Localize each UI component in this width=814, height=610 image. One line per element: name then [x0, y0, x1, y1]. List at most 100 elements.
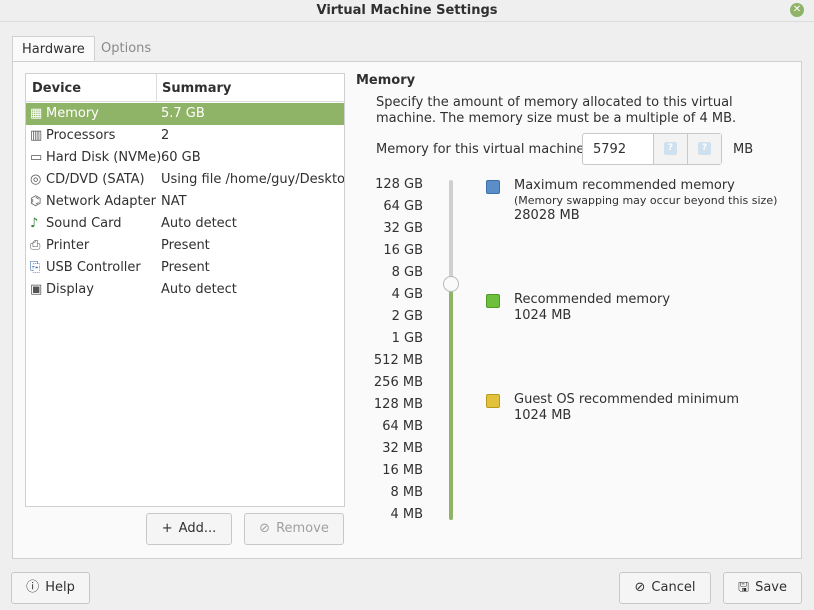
legend-recommended-title: Recommended memory [514, 292, 671, 307]
device-name: USB Controller [46, 260, 141, 275]
info-icon: ⓘ [26, 580, 40, 595]
device-summary: 2 [161, 128, 170, 143]
help-button[interactable]: ⓘ Help [11, 572, 90, 604]
legend-max-note: (Memory swapping may occur beyond this s… [514, 194, 778, 207]
memory-scale-label: 16 GB [383, 243, 423, 258]
memory-scale-label: 512 MB [373, 353, 423, 368]
window-title: Virtual Machine Settings [316, 3, 498, 18]
close-icon[interactable]: ✕ [790, 3, 804, 17]
legend-recommended-value: 1024 MB [514, 308, 572, 323]
cancel-button[interactable]: ⊘ Cancel [619, 572, 711, 604]
network-icon: ⌬ [30, 194, 42, 209]
device-name: Network Adapter [46, 194, 156, 209]
device-summary: 5.7 GB [161, 106, 205, 121]
device-row[interactable]: ♪ Sound Card Auto detect [26, 213, 344, 235]
device-row[interactable]: ▥ Processors 2 [26, 125, 344, 147]
memory-spin-input[interactable]: 5792 ? ? [582, 133, 722, 165]
cancel-icon: ⊘ [634, 580, 646, 595]
device-name: Processors [46, 128, 116, 143]
memory-slider-thumb[interactable] [443, 276, 459, 292]
stepper-icon: ? [664, 142, 677, 155]
yellow-square-icon [486, 394, 500, 408]
stepper-icon: ? [698, 142, 711, 155]
device-row[interactable]: ▣ Display Auto detect [26, 279, 344, 301]
title-bar: Virtual Machine Settings ✕ [0, 0, 814, 22]
device-name: Display [46, 282, 94, 297]
memory-scale-label: 2 GB [391, 309, 423, 324]
device-summary: Present [161, 260, 210, 275]
memory-scale-label: 4 GB [391, 287, 423, 302]
memory-unit: MB [733, 142, 754, 157]
blue-square-icon [486, 180, 500, 194]
usb-icon: ⎘ [30, 260, 41, 275]
device-row[interactable]: ⎘ USB Controller Present [26, 257, 344, 279]
cd-dvd-icon: ◎ [30, 172, 42, 187]
device-name: Printer [46, 238, 90, 253]
memory-slider-fill [449, 284, 453, 520]
device-list-header: Device Summary [26, 74, 344, 102]
device-summary: Present [161, 238, 210, 253]
remove-button-label: Remove [276, 521, 329, 536]
device-name: CD/DVD (SATA) [46, 172, 145, 187]
tab-options[interactable]: Options [92, 36, 160, 62]
device-name: Hard Disk (NVMe) [46, 150, 162, 165]
device-summary: Auto detect [161, 216, 237, 231]
memory-scale-label: 128 MB [373, 397, 423, 412]
device-row[interactable]: ▦ Memory 5.7 GB [26, 103, 344, 125]
hard-disk-icon: ▭ [30, 150, 43, 165]
memory-scale-label: 256 MB [373, 375, 423, 390]
sound-card-icon: ♪ [30, 216, 39, 231]
memory-scale-label: 128 GB [375, 177, 423, 192]
save-icon: 🖫 [738, 580, 750, 595]
device-row[interactable]: ▭ Hard Disk (NVMe) 60 GB [26, 147, 344, 169]
device-column-header[interactable]: Device [32, 81, 81, 96]
save-button-label: Save [755, 580, 787, 595]
memory-scale-label: 16 MB [382, 463, 423, 478]
memory-icon: ▦ [30, 106, 43, 121]
device-summary: 60 GB [161, 150, 201, 165]
display-icon: ▣ [30, 282, 43, 297]
device-row[interactable]: ⌬ Network Adapter NAT [26, 191, 344, 213]
device-row[interactable]: ⎙ Printer Present [26, 235, 344, 257]
plus-icon: + [161, 521, 173, 536]
memory-scale-label: 64 MB [382, 419, 423, 434]
add-button[interactable]: + Add... [146, 513, 232, 545]
cancel-button-label: Cancel [651, 580, 696, 595]
add-button-label: Add... [178, 521, 217, 536]
column-separator [156, 74, 157, 102]
memory-value[interactable]: 5792 [593, 142, 626, 157]
memory-scale-label: 32 GB [383, 221, 423, 236]
memory-description: Specify the amount of memory allocated t… [376, 95, 737, 126]
green-square-icon [486, 294, 500, 308]
device-summary: Auto detect [161, 282, 237, 297]
help-button-label: Help [45, 580, 75, 595]
memory-field-label: Memory for this virtual machine: [376, 142, 589, 157]
memory-scale-label: 8 MB [390, 485, 423, 500]
summary-column-header[interactable]: Summary [162, 81, 231, 96]
device-name: Sound Card [46, 216, 122, 231]
memory-section-title: Memory [356, 73, 416, 88]
memory-scale-label: 32 MB [382, 441, 423, 456]
no-entry-icon: ⊘ [259, 521, 271, 536]
hardware-panel: Device Summary ▦ Memory 5.7 GB ▥ Processors 2… [12, 61, 802, 559]
device-summary: NAT [161, 194, 187, 209]
device-name: Memory [46, 106, 99, 121]
remove-button[interactable]: ⊘ Remove [244, 513, 344, 545]
memory-scale-label: 4 MB [390, 507, 423, 522]
memory-scale-label: 8 GB [391, 265, 423, 280]
processor-icon: ▥ [30, 128, 43, 143]
legend-max-title: Maximum recommended memory [514, 178, 735, 193]
device-list[interactable]: Device Summary ▦ Memory 5.7 GB ▥ Processors 2… [25, 73, 345, 507]
printer-icon: ⎙ [30, 238, 41, 253]
decrement-button[interactable]: ? [653, 134, 687, 164]
device-summary: Using file /home/guy/Desktop [161, 172, 344, 187]
legend-guest-minimum-title: Guest OS recommended minimum [514, 392, 739, 407]
memory-scale-label: 1 GB [391, 331, 423, 346]
save-button[interactable]: 🖫 Save [723, 572, 802, 604]
increment-button[interactable]: ? [687, 134, 721, 164]
legend-max-value: 28028 MB [514, 208, 580, 223]
memory-scale-label: 64 GB [383, 199, 423, 214]
tab-hardware[interactable]: Hardware [12, 36, 95, 62]
legend-guest-minimum-value: 1024 MB [514, 408, 572, 423]
device-row[interactable]: ◎ CD/DVD (SATA) Using file /home/guy/Deskt… [26, 169, 344, 191]
